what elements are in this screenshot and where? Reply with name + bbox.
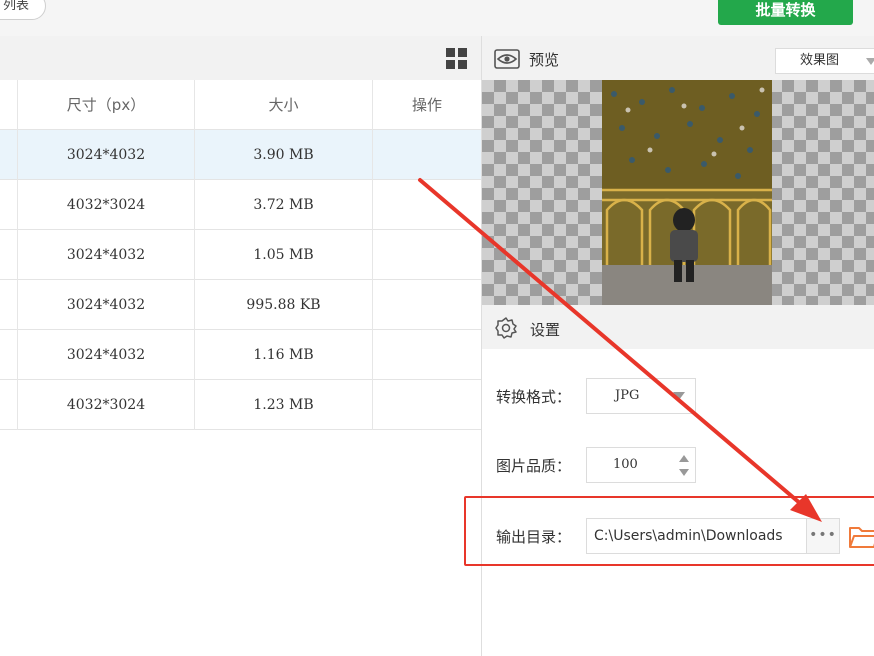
cell-size: 1.05 MB [194, 230, 372, 280]
preview-mode-select[interactable]: 效果图 [775, 48, 874, 74]
cell-dimensions: 3024*4032 [17, 330, 194, 380]
cell-actions [372, 380, 835, 430]
top-bar: 列表 批量转换 [0, 0, 874, 36]
column-header-size[interactable]: 大小 [194, 80, 372, 130]
preview-mode-value: 效果图 [800, 53, 840, 68]
cell-size: 3.90 MB [194, 130, 372, 180]
spin-up-icon[interactable] [679, 455, 689, 462]
output-dir-highlight [464, 496, 874, 566]
cell-actions [372, 130, 835, 180]
preview-label: 预览 [529, 51, 560, 69]
cell-actions [372, 330, 835, 380]
cell-size: 995.88 KB [194, 280, 372, 330]
cell-dimensions: 3024*4032 [17, 230, 194, 280]
gear-icon [495, 317, 517, 339]
preview-header: 预览 效果图 [482, 36, 874, 80]
cell-actions [372, 230, 835, 280]
format-label: 转换格式： [496, 388, 572, 406]
quality-stepper[interactable]: 100 [586, 447, 696, 483]
settings-header: 设置 [482, 305, 874, 349]
file-table: 尺寸（px） 大小 操作 3024*4032 3.90 MB 4032*3024 3.… [0, 36, 835, 656]
table-header: 尺寸（px） 大小 操作 [0, 80, 481, 130]
chevron-down-icon [866, 58, 874, 65]
cell-size: 1.23 MB [194, 380, 372, 430]
batch-convert-button[interactable]: 批量转换 [718, 0, 853, 25]
quality-label: 图片品质： [496, 457, 572, 475]
column-header-dimensions[interactable]: 尺寸（px） [17, 80, 194, 130]
eye-icon [494, 49, 520, 69]
cell-size: 3.72 MB [194, 180, 372, 230]
format-value: JPG [615, 388, 640, 403]
cell-dimensions: 3024*4032 [17, 130, 194, 180]
table-row[interactable]: 3024*4032 995.88 KB [0, 280, 835, 330]
right-panel: 预览 效果图 设置 转换格式： JPG 图片品质： 100 输出目录： C:\U… [464, 36, 874, 656]
cell-actions [372, 280, 835, 330]
cell-dimensions: 4032*3024 [17, 180, 194, 230]
table-row[interactable]: 4032*3024 3.72 MB [0, 180, 835, 230]
cell-dimensions: 4032*3024 [17, 380, 194, 430]
table-toolbar [0, 36, 481, 80]
table-row[interactable]: 4032*3024 1.23 MB [0, 380, 835, 430]
preview-canvas [482, 80, 874, 305]
table-row[interactable]: 3024*4032 1.05 MB [0, 230, 835, 280]
spin-down-icon[interactable] [679, 469, 689, 476]
app-window: 列表 批量转换 尺寸（px） 大小 操作 3024*4032 3.90 MB 403… [0, 0, 874, 656]
column-header-actions: 操作 [372, 80, 481, 130]
settings-label: 设置 [530, 321, 561, 339]
format-select[interactable]: JPG [586, 378, 696, 414]
table-row[interactable]: 3024*4032 1.16 MB [0, 330, 835, 380]
grid-icon[interactable] [446, 48, 468, 70]
cell-dimensions: 3024*4032 [17, 280, 194, 330]
chevron-down-icon [673, 392, 685, 400]
list-view-button[interactable]: 列表 [0, 0, 46, 20]
quality-value: 100 [613, 457, 638, 472]
cell-actions [372, 180, 835, 230]
cell-size: 1.16 MB [194, 330, 372, 380]
table-row[interactable]: 3024*4032 3.90 MB [0, 130, 835, 180]
preview-image [602, 80, 772, 305]
